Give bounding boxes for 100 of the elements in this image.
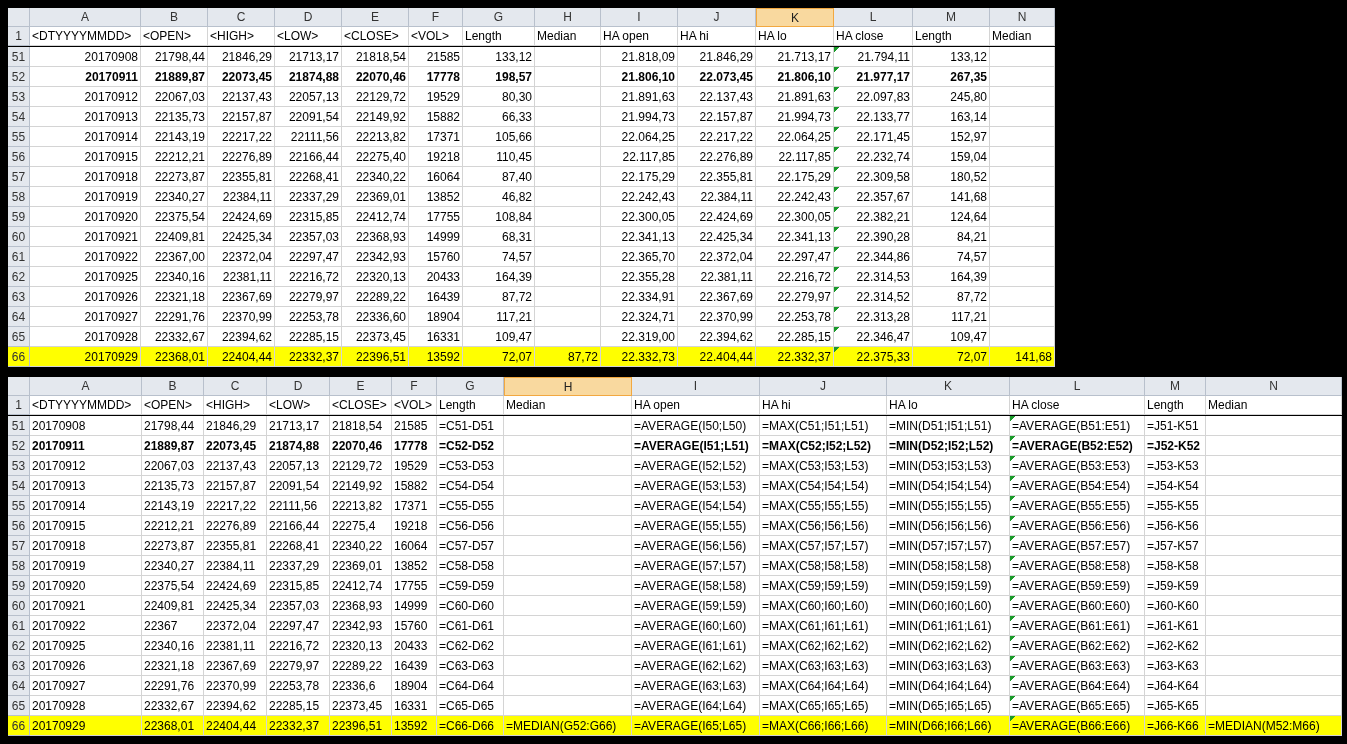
column-header[interactable]: E (342, 8, 409, 27)
column-header[interactable]: M (1145, 377, 1206, 396)
empty-cell (990, 307, 1055, 327)
column-header[interactable]: I (601, 8, 678, 27)
table-cell: 22.175,29 (601, 167, 678, 187)
table-cell: 22.367,69 (678, 287, 756, 307)
table-cell: 13852 (392, 556, 437, 576)
table-cell: 22.355,81 (678, 167, 756, 187)
row-header[interactable]: 59 (8, 576, 30, 596)
table-cell: =MIN(D60;I60;L60) (887, 596, 1010, 616)
row-header[interactable]: 56 (8, 516, 30, 536)
row-header[interactable]: 1 (8, 27, 30, 46)
row-header[interactable]: 60 (8, 596, 30, 616)
row-header[interactable]: 52 (8, 436, 30, 456)
column-header[interactable]: H (504, 377, 632, 396)
table-cell: 22289,22 (330, 656, 392, 676)
row-header[interactable]: 52 (8, 67, 30, 87)
table-cell: =MAX(C55;I55;L55) (760, 496, 887, 516)
column-header[interactable]: G (463, 8, 535, 27)
row-header[interactable]: 66 (8, 716, 30, 736)
row-header[interactable]: 55 (8, 496, 30, 516)
table-cell: =MEDIAN(G52:G66) (504, 716, 632, 736)
row-header[interactable]: 61 (8, 616, 30, 636)
column-header[interactable]: J (760, 377, 887, 396)
row-header[interactable]: 58 (8, 556, 30, 576)
column-header[interactable]: M (913, 8, 990, 27)
column-header[interactable]: F (392, 377, 437, 396)
row-header[interactable]: 62 (8, 636, 30, 656)
column-header[interactable]: D (275, 8, 342, 27)
table-cell: 22412,74 (330, 576, 392, 596)
column-header[interactable]: F (409, 8, 463, 27)
row-header[interactable]: 64 (8, 307, 30, 327)
row-header[interactable]: 64 (8, 676, 30, 696)
row-header[interactable]: 60 (8, 227, 30, 247)
table-cell: HA open (601, 27, 678, 46)
table-cell: 21798,44 (142, 416, 204, 436)
column-header[interactable]: N (1206, 377, 1342, 396)
table-cell: 22135,73 (142, 476, 204, 496)
row-header[interactable]: 58 (8, 187, 30, 207)
row-header[interactable]: 61 (8, 247, 30, 267)
row-header[interactable]: 63 (8, 287, 30, 307)
column-header[interactable]: I (632, 377, 760, 396)
table-cell: 20170925 (30, 267, 141, 287)
table-cell: =MAX(C61;I61;L61) (760, 616, 887, 636)
column-header[interactable]: C (208, 8, 275, 27)
row-header[interactable]: 57 (8, 536, 30, 556)
table-cell: 22.332,37 (756, 347, 834, 367)
column-header[interactable]: B (142, 377, 204, 396)
table-cell: 22372,04 (204, 616, 267, 636)
table-cell: 22321,18 (141, 287, 208, 307)
table-cell: 22.390,28 (834, 227, 913, 247)
row-header[interactable]: 66 (8, 347, 30, 367)
row-header[interactable]: 56 (8, 147, 30, 167)
row-header[interactable]: 63 (8, 656, 30, 676)
row-header[interactable]: 51 (8, 416, 30, 436)
row-header[interactable]: 53 (8, 87, 30, 107)
table-cell: =AVERAGE(I53;L53) (632, 476, 760, 496)
column-header[interactable]: L (1010, 377, 1145, 396)
table-cell: 22.117,85 (756, 147, 834, 167)
select-all-button[interactable] (8, 8, 30, 27)
column-header[interactable]: E (330, 377, 392, 396)
table-cell: 22340,16 (141, 267, 208, 287)
select-all-button[interactable] (8, 377, 30, 396)
column-header[interactable]: H (535, 8, 601, 27)
column-header[interactable]: K (887, 377, 1010, 396)
row-header[interactable]: 1 (8, 396, 30, 415)
empty-cell (535, 227, 601, 247)
table-cell: 22273,87 (141, 167, 208, 187)
column-header[interactable]: N (990, 8, 1055, 27)
table-cell: 22425,34 (204, 596, 267, 616)
row-header[interactable]: 62 (8, 267, 30, 287)
row-header[interactable]: 65 (8, 327, 30, 347)
column-header[interactable]: D (267, 377, 330, 396)
row-header[interactable]: 65 (8, 696, 30, 716)
table-cell: =C60-D60 (437, 596, 504, 616)
table-cell: 22111,56 (267, 496, 330, 516)
table-cell: 21585 (392, 416, 437, 436)
row-header[interactable]: 53 (8, 456, 30, 476)
table-cell: =AVERAGE(B63:E63) (1010, 656, 1145, 676)
table-cell: =C51-D51 (437, 416, 504, 436)
table-cell: 22.344,86 (834, 247, 913, 267)
table-cell: 22253,78 (275, 307, 342, 327)
column-header[interactable]: A (30, 377, 142, 396)
column-header[interactable]: K (756, 8, 834, 27)
table-cell: 22370,99 (208, 307, 275, 327)
column-header[interactable]: C (204, 377, 267, 396)
column-header[interactable]: G (437, 377, 504, 396)
column-header[interactable]: A (30, 8, 141, 27)
row-header[interactable]: 57 (8, 167, 30, 187)
column-header[interactable]: B (141, 8, 208, 27)
column-header[interactable]: L (834, 8, 913, 27)
row-header[interactable]: 59 (8, 207, 30, 227)
row-header[interactable]: 54 (8, 476, 30, 496)
row-header[interactable]: 55 (8, 127, 30, 147)
column-header[interactable]: J (678, 8, 756, 27)
table-cell: 22.332,73 (601, 347, 678, 367)
row-header[interactable]: 51 (8, 47, 30, 67)
table-cell: =J66-K66 (1145, 716, 1206, 736)
table-cell: Median (1206, 396, 1342, 415)
row-header[interactable]: 54 (8, 107, 30, 127)
